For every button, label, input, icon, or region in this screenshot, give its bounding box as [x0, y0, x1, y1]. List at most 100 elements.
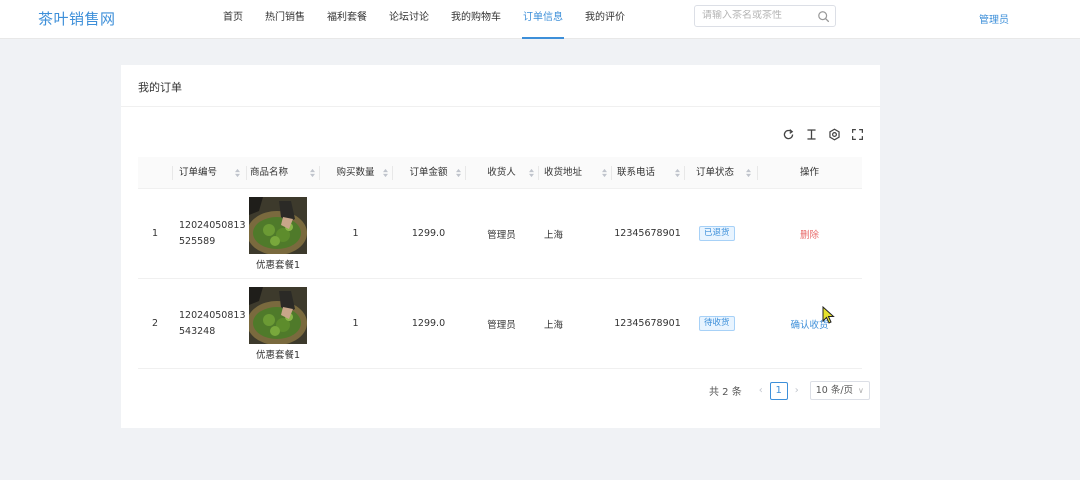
mouse-cursor-icon: [822, 306, 835, 324]
chevron-down-icon: ∨: [858, 386, 864, 395]
nav-item-cart[interactable]: 我的购物车: [440, 0, 512, 39]
column-separator: [684, 165, 685, 180]
actions-cell: 确认收货: [757, 317, 862, 331]
status-badge: 待收货: [699, 316, 735, 331]
receiver: 管理员: [487, 229, 516, 241]
status-cell: 已退货: [684, 226, 757, 241]
header-label: 收货地址: [544, 166, 583, 178]
user-menu[interactable]: 管理员: [979, 11, 1009, 26]
card-title: 我的订单: [138, 81, 182, 94]
pagination: 共 2 条 ‹ 1 › 10 条/页 ∨: [709, 381, 870, 400]
sort-icon[interactable]: [674, 168, 681, 178]
header-status[interactable]: 订单状态: [684, 157, 757, 189]
header-receiver[interactable]: 收货人: [465, 157, 538, 189]
phone: 12345678901: [614, 318, 681, 329]
receiver: 管理员: [487, 319, 516, 331]
sort-icon[interactable]: [382, 168, 389, 178]
product: 优惠套餐1: [249, 196, 307, 271]
header-order-no[interactable]: 订单编号: [172, 157, 246, 189]
actions-cell: 删除: [757, 227, 862, 241]
settings-icon[interactable]: [828, 128, 841, 141]
nav-item-reviews[interactable]: 我的评价: [574, 0, 636, 39]
header-label: 购买数量: [336, 166, 375, 178]
quantity: 1: [352, 228, 359, 239]
header-label: 商品名称: [250, 166, 289, 178]
orders-card: 我的订单 订单编号 商品名称 购买数量 订单金额 收货人 收货地址 联系电话 订…: [121, 65, 880, 428]
main-nav: 首页 热门销售 福利套餐 论坛讨论 我的购物车 订单信息 我的评价: [212, 0, 636, 39]
amount: 1299.0: [411, 228, 446, 239]
header-phone[interactable]: 联系电话: [611, 157, 684, 189]
order-no-cell: 12024050813543248: [172, 308, 246, 340]
order-no: 12024050813543248: [179, 309, 246, 337]
product: 优惠套餐1: [249, 286, 307, 361]
search-box: [694, 5, 836, 27]
header-actions: 操作: [757, 157, 862, 189]
nav-item-home[interactable]: 首页: [212, 0, 254, 39]
column-separator: [392, 165, 393, 180]
site-logo[interactable]: 茶叶销售网: [38, 8, 116, 29]
address: 上海: [544, 229, 564, 241]
table-toolbar: [782, 128, 864, 141]
nav-item-welfare-packages[interactable]: 福利套餐: [316, 0, 378, 39]
product-name: 优惠套餐1: [255, 259, 301, 271]
product-cell: 优惠套餐1: [246, 286, 319, 361]
sort-icon[interactable]: [234, 168, 241, 178]
nav-item-orders[interactable]: 订单信息: [512, 0, 574, 39]
header-label: 订单编号: [179, 166, 218, 178]
pagination-total: 共 2 条: [709, 387, 742, 398]
nav-item-forum[interactable]: 论坛讨论: [378, 0, 440, 39]
sort-icon[interactable]: [455, 168, 462, 178]
page-number[interactable]: 1: [769, 381, 788, 400]
header-quantity[interactable]: 购买数量: [319, 157, 392, 189]
status-badge: 已退货: [699, 226, 735, 241]
top-navbar: 茶叶销售网 首页 热门销售 福利套餐 论坛讨论 我的购物车 订单信息 我的评价 …: [0, 0, 1080, 39]
column-separator: [538, 165, 539, 180]
page-size-select[interactable]: 10 条/页 ∨: [809, 381, 870, 400]
fullscreen-icon[interactable]: [851, 128, 864, 141]
quantity: 1: [352, 318, 359, 329]
column-height-icon[interactable]: [805, 128, 818, 141]
column-separator: [319, 165, 320, 180]
next-page-icon[interactable]: ›: [790, 385, 804, 396]
card-divider: [121, 106, 880, 107]
row-index: 2: [151, 318, 159, 329]
column-separator: [172, 165, 173, 180]
search-input[interactable]: [702, 10, 812, 21]
search-icon[interactable]: [817, 10, 830, 23]
header-label: 收货人: [487, 166, 516, 178]
delete-button[interactable]: 删除: [800, 230, 819, 241]
column-separator: [246, 165, 247, 180]
sort-icon[interactable]: [601, 168, 608, 178]
column-separator: [465, 165, 466, 180]
product-thumbnail[interactable]: [249, 196, 307, 254]
row-index: 1: [151, 228, 159, 239]
page-size-value: 10 条/页: [815, 385, 854, 396]
header-product[interactable]: 商品名称: [246, 157, 319, 189]
table-header: 订单编号 商品名称 购买数量 订单金额 收货人 收货地址 联系电话 订单状态 操…: [138, 157, 862, 189]
product-name: 优惠套餐1: [255, 349, 301, 361]
column-separator: [611, 165, 612, 180]
prev-page-icon[interactable]: ‹: [754, 385, 768, 396]
header-index: [138, 157, 172, 189]
column-separator: [757, 165, 758, 180]
header-label: 订单状态: [696, 166, 735, 178]
header-label: 订单金额: [409, 166, 448, 178]
nav-item-hot-sales[interactable]: 热门销售: [254, 0, 316, 39]
product-thumbnail[interactable]: [249, 286, 307, 344]
header-amount[interactable]: 订单金额: [392, 157, 465, 189]
order-no-cell: 12024050813525589: [172, 218, 246, 250]
status-cell: 待收货: [684, 316, 757, 331]
sort-icon[interactable]: [745, 168, 752, 178]
sort-icon[interactable]: [309, 168, 316, 178]
phone: 12345678901: [614, 228, 681, 239]
product-cell: 优惠套餐1: [246, 196, 319, 271]
header-label: 联系电话: [617, 166, 656, 178]
header-address[interactable]: 收货地址: [538, 157, 611, 189]
order-no: 12024050813525589: [179, 219, 246, 247]
table-row: 1 12024050813525589 优惠套餐1 1 1299.0 管理员 上…: [138, 189, 862, 279]
address: 上海: [544, 319, 564, 331]
orders-table: 订单编号 商品名称 购买数量 订单金额 收货人 收货地址 联系电话 订单状态 操…: [138, 157, 862, 369]
sort-icon[interactable]: [528, 168, 535, 178]
header-label: 操作: [799, 166, 819, 178]
refresh-icon[interactable]: [782, 128, 795, 141]
